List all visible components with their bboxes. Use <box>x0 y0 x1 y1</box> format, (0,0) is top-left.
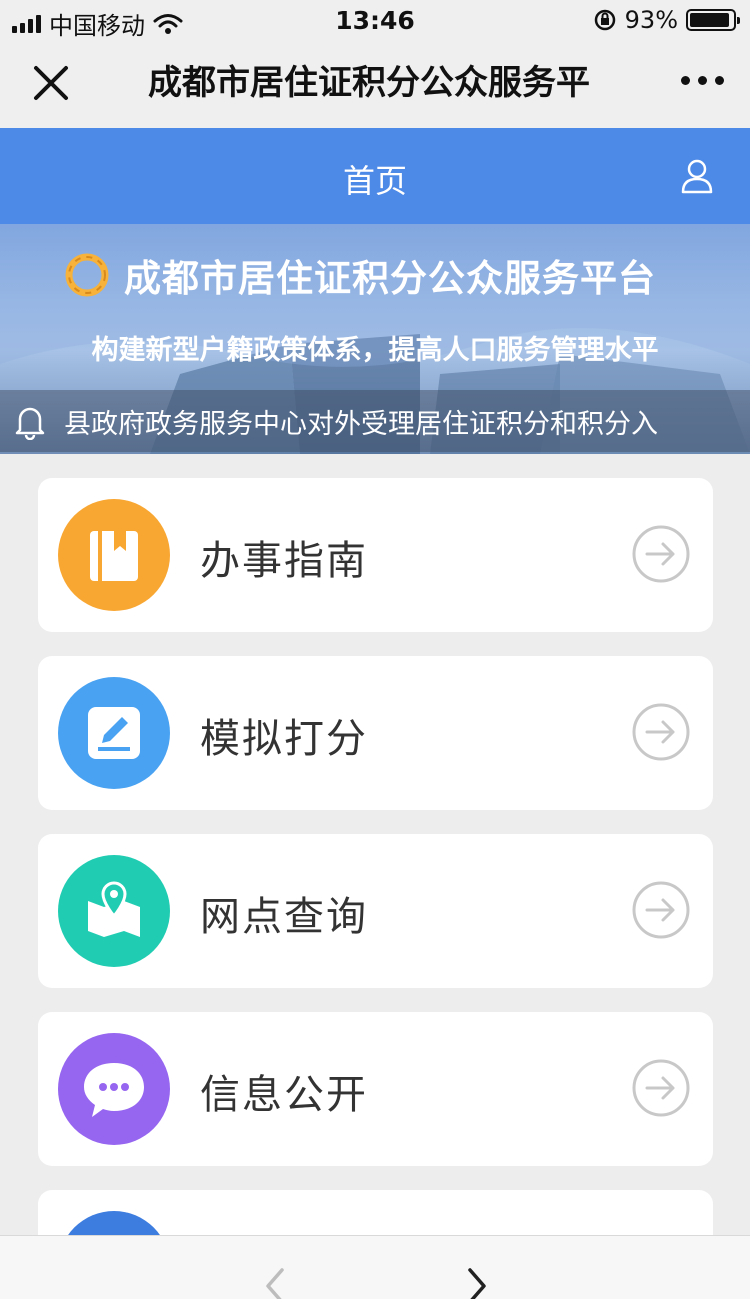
notice-bar[interactable]: 县政府政务服务中心对外受理居住证积分和积分入 <box>0 390 750 452</box>
status-bar: 中国移动 13:46 93% <box>0 0 750 40</box>
arrow-right-icon[interactable] <box>631 702 691 762</box>
arrow-right-icon[interactable] <box>631 1058 691 1118</box>
back-arrow-icon[interactable] <box>262 1266 290 1299</box>
banner: 成都市居住证积分公众服务平台 构建新型户籍政策体系，提高人口服务管理水平 县政府… <box>0 224 750 454</box>
battery-fill <box>690 13 730 27</box>
menu-icon-circle <box>58 499 170 611</box>
menu-item-outlet-query[interactable]: 网点查询 <box>38 834 713 988</box>
banner-title-text: 成都市居住证积分公众服务平台 <box>124 257 656 300</box>
nav-bar: 首页 <box>0 128 750 224</box>
battery-icon <box>686 9 740 31</box>
page-title: 成都市居住证积分公众服务平 <box>148 63 590 103</box>
forward-arrow-icon[interactable] <box>462 1266 490 1299</box>
close-icon[interactable] <box>28 60 74 106</box>
battery-percent: 93% <box>624 6 678 34</box>
menu-label: 办事指南 <box>200 538 368 584</box>
arrow-right-icon[interactable] <box>631 880 691 940</box>
banner-title: 成都市居住证积分公众服务平台 <box>64 248 656 302</box>
logo-icon <box>65 253 109 297</box>
bottom-nav-bar <box>0 1235 750 1299</box>
more-icon[interactable] <box>681 76 724 85</box>
menu-icon-circle <box>58 1033 170 1145</box>
rotation-lock-icon <box>594 9 615 31</box>
menu-label: 网点查询 <box>200 894 368 940</box>
menu-item-simulate-score[interactable]: 模拟打分 <box>38 656 713 810</box>
menu-icon-circle <box>58 677 170 789</box>
bell-icon <box>15 407 45 440</box>
user-icon[interactable] <box>680 158 714 194</box>
menu-item-info-disclosure[interactable]: 信息公开 <box>38 1012 713 1166</box>
edit-icon <box>88 707 140 759</box>
menu-icon-circle <box>58 855 170 967</box>
banner-slogan: 构建新型户籍政策体系，提高人口服务管理水平 <box>91 335 659 366</box>
title-bar: 成都市居住证积分公众服务平 <box>0 40 750 128</box>
chat-bubble-icon <box>84 1063 144 1117</box>
status-right: 93% <box>593 6 740 34</box>
menu-label: 模拟打分 <box>200 716 368 762</box>
notice-text: 县政府政务服务中心对外受理居住证积分和积分入 <box>64 409 658 440</box>
book-icon <box>90 531 138 581</box>
map-pin-icon <box>88 881 140 937</box>
menu-label: 信息公开 <box>200 1072 368 1118</box>
nav-title: 首页 <box>342 162 407 200</box>
arrow-right-icon[interactable] <box>631 524 691 584</box>
menu-item-guide[interactable]: 办事指南 <box>38 478 713 632</box>
